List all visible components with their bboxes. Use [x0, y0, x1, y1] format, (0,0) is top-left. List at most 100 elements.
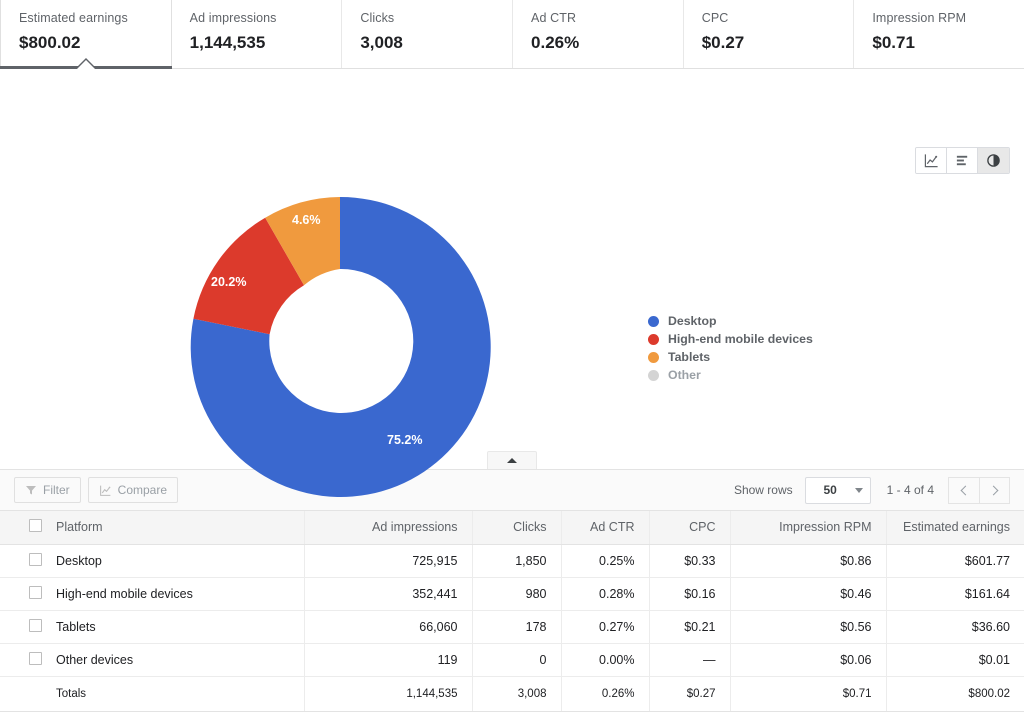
legend-item-label: Desktop	[668, 314, 717, 329]
table-row[interactable]: Other devices 119 0 0.00% — $0.06 $0.01	[0, 643, 1024, 677]
column-header-ad-ctr[interactable]: Ad CTR	[561, 511, 650, 545]
bar-chart-toggle[interactable]	[947, 148, 978, 173]
chevron-left-icon	[960, 485, 971, 495]
column-header-ad-impressions[interactable]: Ad impressions	[304, 511, 473, 545]
pie-chart-icon	[987, 154, 1000, 167]
row-checkbox[interactable]	[29, 651, 42, 665]
cell-platform: Desktop	[42, 544, 305, 578]
table-totals-row: Totals 1,144,535 3,008 0.26% $0.27 $0.71…	[0, 676, 1024, 712]
legend-item-other[interactable]: Other	[648, 367, 888, 384]
active-notch	[76, 60, 95, 69]
row-checkbox[interactable]	[29, 585, 42, 599]
cell-estimated-earnings: $0.01	[886, 643, 1024, 677]
metric-label: Ad impressions	[189, 11, 277, 25]
legend-item-label: Other	[668, 368, 701, 383]
row-select-cell	[0, 544, 42, 578]
compare-line-chart-icon	[99, 485, 111, 496]
row-select-cell	[0, 643, 42, 677]
chart-panel: 75.2% 20.2% 4.6% Desktop High-end mobile…	[0, 69, 1024, 497]
column-header-cpc[interactable]: CPC	[649, 511, 731, 545]
metric-label: Estimated earnings	[19, 11, 128, 25]
totals-select-cell	[0, 676, 42, 712]
totals-estimated-earnings: $800.02	[886, 676, 1024, 712]
cell-estimated-earnings: $36.60	[886, 610, 1024, 644]
metric-card-ad-ctr[interactable]: Ad CTR 0.26%	[513, 0, 684, 68]
table-row[interactable]: Tablets 66,060 178 0.27% $0.21 $0.56 $36…	[0, 610, 1024, 644]
table-header-row: Platform Ad impressions Clicks Ad CTR CP…	[0, 511, 1024, 545]
cell-cpc: —	[649, 643, 731, 677]
metric-cards-strip: Estimated earnings $800.02 Ad impression…	[0, 0, 1024, 69]
metric-value: 1,144,535	[189, 33, 266, 52]
metric-card-estimated-earnings[interactable]: Estimated earnings $800.02	[0, 0, 172, 69]
cell-platform: High-end mobile devices	[42, 577, 305, 611]
row-select-cell	[0, 610, 42, 644]
legend-item-high-end-mobile-devices[interactable]: High-end mobile devices	[648, 331, 888, 348]
metric-value: 0.26%	[531, 33, 580, 52]
metric-card-ad-impressions[interactable]: Ad impressions 1,144,535	[171, 0, 343, 68]
donut-chart-svg	[190, 196, 491, 497]
metric-card-clicks[interactable]: Clicks 3,008	[342, 0, 514, 68]
totals-clicks: 3,008	[472, 676, 562, 712]
metric-value: $0.27	[701, 33, 745, 52]
filter-button[interactable]: Filter	[14, 477, 81, 503]
slice-label-desktop: 75.2%	[387, 433, 423, 447]
cell-estimated-earnings: $161.64	[886, 577, 1024, 611]
column-header-platform[interactable]: Platform	[42, 511, 305, 545]
cell-impression-rpm: $0.46	[730, 577, 887, 611]
legend-color-dot	[648, 333, 659, 345]
select-all-checkbox[interactable]	[29, 519, 42, 533]
table-row[interactable]: Desktop 725,915 1,850 0.25% $0.33 $0.86 …	[0, 544, 1024, 578]
cell-platform: Tablets	[42, 610, 305, 644]
column-header-clicks[interactable]: Clicks	[472, 511, 562, 545]
pagination-range: 1 - 4 of 4	[886, 483, 934, 497]
cell-ad-ctr: 0.00%	[561, 643, 650, 677]
legend-item-desktop[interactable]: Desktop	[648, 313, 888, 330]
cell-impression-rpm: $0.06	[730, 643, 887, 677]
show-rows-label: Show rows	[733, 483, 793, 497]
table-body: Desktop 725,915 1,850 0.25% $0.33 $0.86 …	[0, 544, 1024, 712]
cell-ad-impressions: 119	[304, 643, 473, 677]
rows-per-page-select[interactable]: 50	[804, 476, 871, 504]
cell-cpc: $0.33	[649, 544, 731, 578]
column-header-estimated-earnings[interactable]: Estimated earnings	[886, 511, 1024, 545]
cell-cpc: $0.16	[649, 577, 731, 611]
line-chart-icon	[924, 154, 938, 168]
totals-ad-ctr: 0.26%	[561, 676, 650, 712]
column-header-impression-rpm[interactable]: Impression RPM	[730, 511, 887, 545]
totals-cpc: $0.27	[649, 676, 731, 712]
chevron-right-icon	[988, 485, 998, 495]
line-chart-toggle[interactable]	[916, 148, 947, 173]
cell-ad-impressions: 725,915	[304, 544, 473, 578]
metric-label: Ad CTR	[531, 11, 577, 25]
caret-up-icon	[507, 458, 517, 463]
table-row[interactable]: High-end mobile devices 352,441 980 0.28…	[0, 577, 1024, 611]
metric-value: $800.02	[19, 33, 81, 52]
metric-card-cpc[interactable]: CPC $0.27	[683, 0, 855, 68]
row-select-cell	[0, 577, 42, 611]
cell-ad-impressions: 352,441	[304, 577, 473, 611]
cell-cpc: $0.21	[649, 610, 731, 644]
slice-label-tablets: 4.6%	[292, 213, 321, 227]
cell-clicks: 980	[472, 577, 562, 611]
legend-item-tablets[interactable]: Tablets	[648, 349, 888, 366]
row-checkbox[interactable]	[29, 618, 42, 632]
cell-ad-ctr: 0.27%	[561, 610, 650, 644]
cell-clicks: 0	[472, 643, 562, 677]
next-page-button[interactable]	[979, 476, 1010, 504]
slice-label-high-end-mobile: 20.2%	[211, 275, 247, 289]
collapse-chart-handle[interactable]	[487, 451, 537, 469]
totals-label: Totals	[42, 676, 305, 712]
metric-label: Impression RPM	[872, 11, 967, 25]
metric-card-impression-rpm[interactable]: Impression RPM $0.71	[854, 0, 1024, 68]
cell-ad-impressions: 66,060	[304, 610, 473, 644]
report-table: Platform Ad impressions Clicks Ad CTR CP…	[0, 511, 1024, 712]
cell-estimated-earnings: $601.77	[886, 544, 1024, 578]
row-checkbox[interactable]	[29, 552, 42, 566]
table-header: Platform Ad impressions Clicks Ad CTR CP…	[0, 511, 1024, 545]
metric-value: $0.71	[872, 33, 915, 52]
select-all-header	[0, 511, 42, 545]
pie-chart-toggle[interactable]	[978, 148, 1009, 173]
previous-page-button[interactable]	[948, 476, 979, 504]
cell-clicks: 178	[472, 610, 562, 644]
rows-per-page-value: 50	[823, 483, 837, 497]
